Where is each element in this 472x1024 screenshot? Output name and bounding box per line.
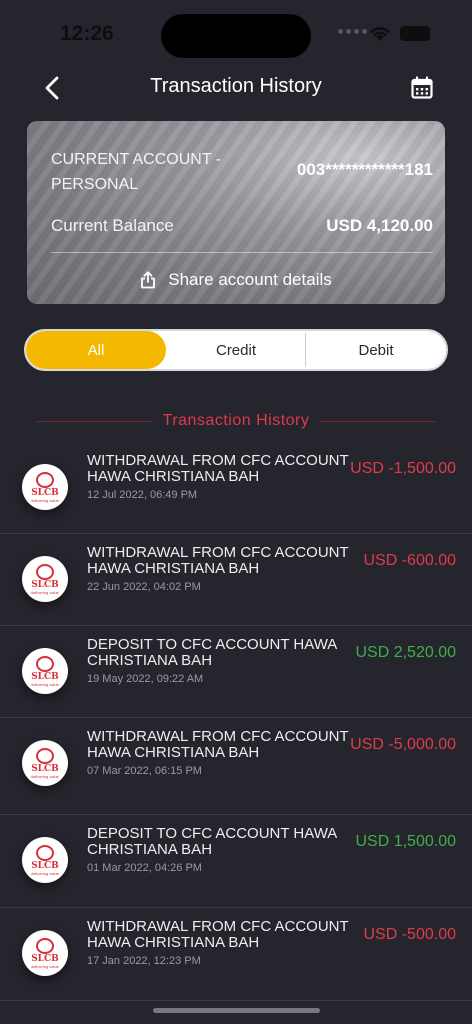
- battery-icon: [400, 26, 430, 41]
- section-title: Transaction History: [162, 412, 310, 429]
- bank-logo-text: SLCB: [31, 487, 59, 498]
- home-indicator[interactable]: [153, 1008, 320, 1013]
- balance-value: USD 4,120.00: [326, 216, 433, 235]
- calendar-icon: [411, 76, 433, 99]
- transaction-date: 07 Mar 2022, 06:15 PM: [87, 765, 202, 777]
- bank-logo-text: SLCB: [31, 763, 59, 774]
- transaction-description: WITHDRAWAL FROM CFC ACCOUNT HAWA CHRISTI…: [87, 544, 349, 577]
- filter-tabs: All Credit Debit: [24, 329, 448, 371]
- tab-debit[interactable]: Debit: [306, 331, 446, 369]
- section-line-left: [36, 420, 153, 422]
- transaction-date: 22 Jun 2022, 04:02 PM: [87, 581, 201, 593]
- transaction-row[interactable]: SLCB delivering value DEPOSIT TO CFC ACCOU…: [0, 815, 472, 908]
- lion-emblem-icon: [36, 471, 54, 488]
- page-title: Transaction History: [150, 75, 322, 97]
- transaction-row[interactable]: SLCB delivering value WITHDRAWAL FROM CFC …: [0, 908, 472, 1001]
- bank-logo-tagline: delivering value: [31, 963, 59, 969]
- share-label: Share account details: [168, 270, 332, 289]
- account-card: CURRENT ACCOUNT - PERSONAL 003**********…: [27, 121, 445, 304]
- bank-logo-tagline: delivering value: [31, 681, 59, 687]
- bank-logo-text: SLCB: [31, 860, 59, 871]
- transaction-row[interactable]: SLCB delivering value WITHDRAWAL FROM CFC …: [0, 534, 472, 626]
- bank-logo: SLCB delivering value: [22, 648, 68, 694]
- lion-emblem-icon: [36, 937, 54, 954]
- transaction-amount: USD -600.00: [363, 552, 457, 569]
- transaction-row[interactable]: SLCB delivering value WITHDRAWAL FROM CFC …: [0, 718, 472, 815]
- bank-logo-tagline: delivering value: [31, 589, 59, 595]
- transaction-date: 01 Mar 2022, 04:26 PM: [87, 862, 202, 874]
- transaction-description: WITHDRAWAL FROM CFC ACCOUNT HAWA CHRISTI…: [87, 728, 349, 761]
- calendar-button[interactable]: [404, 70, 440, 106]
- account-number: 003************181: [296, 160, 433, 179]
- transaction-row[interactable]: SLCB delivering value DEPOSIT TO CFC ACCOU…: [0, 626, 472, 718]
- account-name: CURRENT ACCOUNT - PERSONAL: [51, 151, 222, 193]
- transaction-description: WITHDRAWAL FROM CFC ACCOUNT HAWA CHRISTI…: [87, 452, 349, 485]
- transaction-description: WITHDRAWAL FROM CFC ACCOUNT HAWA CHRISTI…: [87, 918, 349, 951]
- bank-logo-tagline: delivering value: [31, 497, 59, 503]
- section-line-right: [319, 420, 437, 422]
- bank-logo: SLCB delivering value: [22, 556, 68, 602]
- transaction-description: DEPOSIT TO CFC ACCOUNT HAWA CHRISTIANA B…: [87, 825, 337, 858]
- bank-logo-text: SLCB: [31, 671, 59, 682]
- bank-logo: SLCB delivering value: [22, 930, 68, 976]
- tab-all[interactable]: All: [26, 331, 166, 369]
- lion-emblem-icon: [36, 655, 54, 672]
- section-header: Transaction History: [36, 410, 437, 432]
- lion-emblem-icon: [36, 844, 54, 861]
- lion-emblem-icon: [36, 563, 54, 580]
- tab-credit-label: Credit: [215, 341, 256, 359]
- bank-logo-tagline: delivering value: [31, 870, 59, 876]
- share-icon: [141, 271, 156, 289]
- lion-emblem-icon: [36, 747, 54, 764]
- bank-logo-text: SLCB: [31, 579, 59, 590]
- bank-logo-text: SLCB: [31, 953, 59, 964]
- transaction-amount: USD 2,520.00: [355, 644, 456, 661]
- status-time: 12:26: [60, 22, 114, 45]
- bank-logo: SLCB delivering value: [22, 740, 68, 786]
- transaction-date: 19 May 2022, 09:22 AM: [87, 673, 204, 685]
- bank-logo: SLCB delivering value: [22, 837, 68, 883]
- transaction-amount: USD 1,500.00: [355, 833, 456, 850]
- balance-label: Current Balance: [51, 216, 174, 235]
- dynamic-island: [161, 14, 311, 58]
- status-bar: 12:26: [0, 0, 472, 70]
- transaction-amount: USD -5,000.00: [350, 736, 456, 753]
- tab-credit[interactable]: Credit: [166, 331, 306, 369]
- transaction-amount: USD -500.00: [363, 926, 457, 943]
- transaction-row[interactable]: SLCB delivering value WITHDRAWAL FROM CFC …: [0, 442, 472, 534]
- card-divider: [51, 252, 433, 253]
- bank-logo: SLCB delivering value: [22, 464, 68, 510]
- transaction-description: DEPOSIT TO CFC ACCOUNT HAWA CHRISTIANA B…: [87, 636, 337, 669]
- transaction-amount: USD -1,500.00: [350, 460, 456, 477]
- transaction-date: 12 Jul 2022, 06:49 PM: [87, 489, 198, 501]
- transaction-date: 17 Jan 2022, 12:23 PM: [87, 955, 201, 967]
- signal-icon: [338, 29, 367, 34]
- wifi-icon: [370, 27, 390, 41]
- share-account-button[interactable]: Share account details: [27, 266, 445, 294]
- bank-logo-tagline: delivering value: [31, 773, 59, 779]
- header: Transaction History: [0, 66, 472, 110]
- transaction-list: SLCB delivering value WITHDRAWAL FROM CFC …: [0, 442, 472, 1001]
